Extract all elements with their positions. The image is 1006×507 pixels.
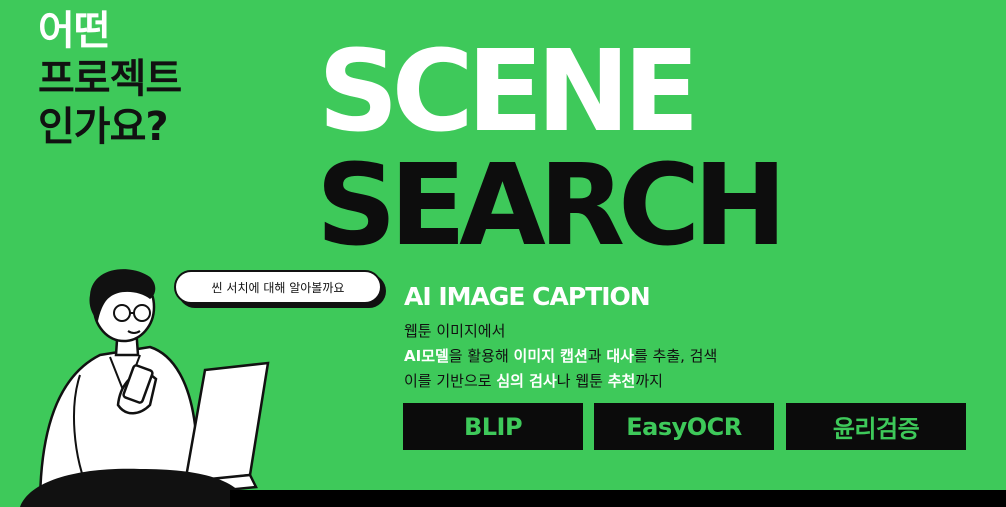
speech-bubble: 씬 서치에 대해 알아볼까요 [174,270,382,304]
caption-title: AI IMAGE CAPTION [404,282,651,311]
desc-highlight: 대사 [606,347,634,365]
desc-highlight: 심의 검사 [496,372,557,390]
tag-blip: BLIP [403,403,583,450]
question-line-1: 어떤 [38,8,111,54]
slide: 어떤 프로젝트 인가요? SCENE SEARCH 씬 서치에 대해 알아볼까요… [0,0,1006,507]
description-line-2: AI모델을 활용해 이미지 캡션과 대사를 추출, 검색 [404,346,717,366]
desc-highlight: 추천 [607,372,636,390]
title-search: SEARCH [316,141,787,271]
tag-easyocr: EasyOCR [594,403,774,450]
desc-text: 나 웹툰 [556,372,608,390]
desc-text: 과 [587,347,607,365]
desc-text: 이를 기반으로 [404,372,497,390]
description-line-1: 웹툰 이미지에서 [404,322,506,340]
tag-ethics-check: 윤리검증 [786,403,966,450]
title-scene: SCENE [318,27,700,157]
question-line-3: 인가요? [38,104,169,150]
desc-highlight: AI모델 [404,347,449,365]
description-line-3: 이를 기반으로 심의 검사나 웹툰 추천까지 [404,371,663,391]
question-line-2: 프로젝트 [38,56,182,102]
bottom-bar [230,490,1006,507]
desc-text: 을 활용해 [448,347,514,365]
desc-text: 까지 [635,372,663,390]
desc-text: 를 추출, 검색 [633,347,718,365]
desc-highlight: 이미지 캡션 [513,347,588,365]
